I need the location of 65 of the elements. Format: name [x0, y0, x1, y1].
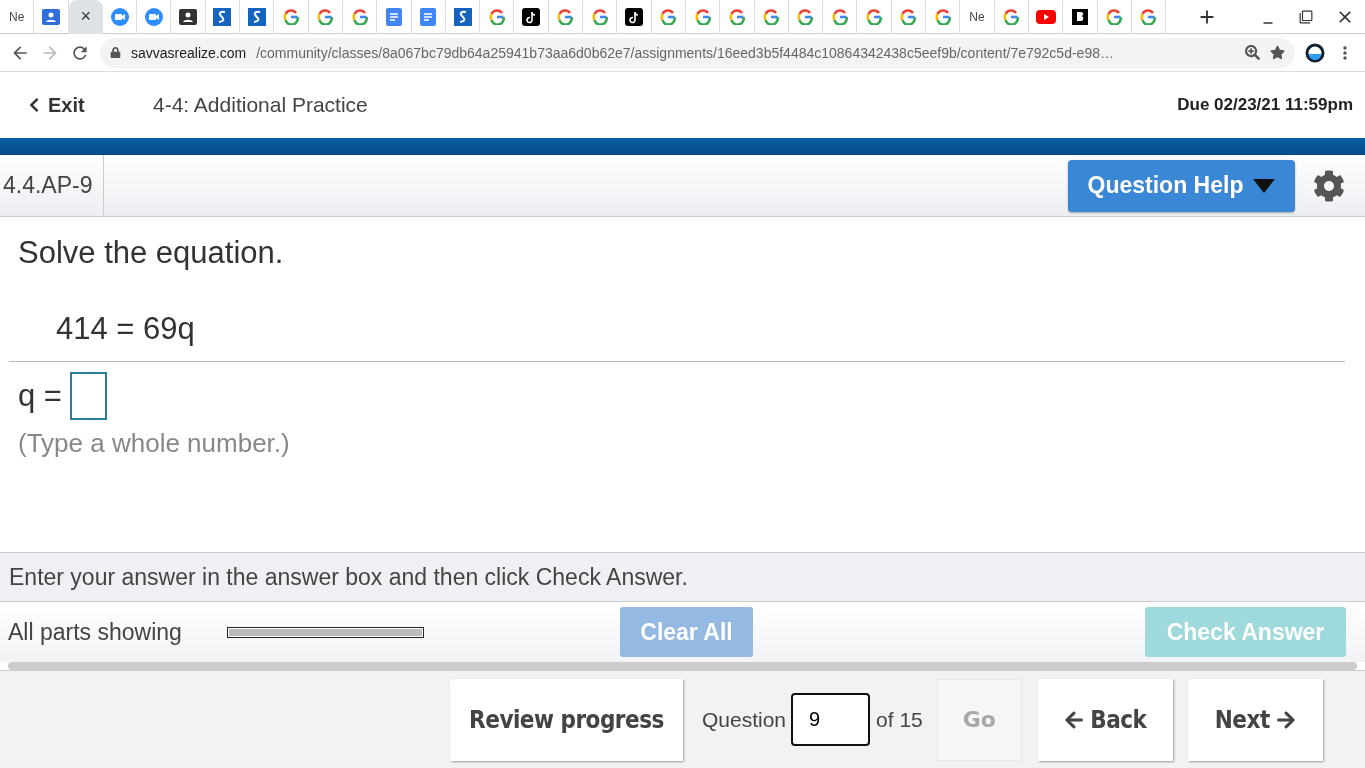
- google-icon: [1003, 8, 1020, 25]
- review-progress-button[interactable]: Review progress: [450, 678, 683, 761]
- google-icon: [488, 8, 505, 25]
- music-note-icon: [625, 7, 643, 26]
- google-icon: [317, 8, 334, 25]
- question-label: Question: [702, 707, 787, 732]
- google-icon: [1106, 8, 1123, 25]
- answer-label: q =: [18, 378, 62, 414]
- browser-tab[interactable]: Ne: [960, 0, 995, 34]
- google-icon: [763, 8, 780, 25]
- restore-icon[interactable]: [1299, 9, 1313, 24]
- lock-icon: [110, 47, 121, 58]
- arrow-left-icon: [1064, 709, 1085, 730]
- google-icon: [557, 8, 574, 25]
- horizontal-scrollbar[interactable]: [8, 662, 1357, 670]
- google-icon: [1140, 8, 1157, 25]
- play-icon: [1035, 9, 1056, 24]
- equation: 414 = 69q: [56, 311, 196, 348]
- zoom-icon[interactable]: [1245, 45, 1260, 60]
- person-card-icon: [41, 8, 60, 25]
- next-button[interactable]: Next: [1187, 678, 1323, 761]
- tab-title: Ne: [969, 9, 985, 24]
- url-path: /community/classes/8a067bc79db64a25941b73aa6d0b62e7/assignments/16eed3b5f4484c10864342438c5eef9b/content/7e792c5d-e98…: [256, 44, 1115, 61]
- google-icon: [728, 8, 745, 25]
- back-button[interactable]: Back: [1037, 678, 1173, 761]
- question-number-field[interactable]: 9: [791, 693, 871, 746]
- music-note-icon: [522, 7, 541, 26]
- answer-hint: (Type a whole number.): [18, 428, 291, 459]
- document-icon: [420, 7, 437, 26]
- profile-icon[interactable]: [1305, 42, 1325, 63]
- person-card-icon: [179, 8, 198, 25]
- caret-icon: [1253, 178, 1276, 193]
- google-icon: [866, 8, 883, 25]
- google-icon: [831, 8, 848, 25]
- browser-tab[interactable]: Ne: [0, 0, 35, 34]
- b-logo-icon: [1071, 8, 1088, 25]
- google-icon: [283, 8, 299, 25]
- tab-title: Ne: [8, 9, 25, 24]
- google-icon: [351, 8, 368, 25]
- arrow-right-icon: [1275, 709, 1296, 730]
- star-icon[interactable]: [1270, 45, 1285, 60]
- close-icon[interactable]: ×: [80, 6, 91, 27]
- url-domain: savvasrealize.com: [131, 44, 247, 61]
- google-icon: [591, 8, 608, 25]
- answer-box[interactable]: [69, 372, 107, 420]
- google-icon: [900, 8, 917, 25]
- question-prompt: Solve the equation.: [18, 235, 285, 271]
- question-id: 4.4.AP-9: [0, 155, 104, 216]
- google-icon: [934, 8, 951, 25]
- settings-icon[interactable]: [1313, 169, 1345, 202]
- address-bar[interactable]: savvasrealize.com /community/classes/8a067bc79db64a25941b73aa6d0b62e7/assignments/16eed3b5f4484c10864342438c5eef9b/content/7e792c5d-e98…: [100, 37, 1295, 68]
- due-date: Due 02/23/21 11:59pm: [1177, 95, 1353, 115]
- question-help-button[interactable]: Question Help: [1068, 159, 1295, 212]
- google-icon: [694, 8, 711, 25]
- exit-link[interactable]: Exit: [26, 93, 153, 117]
- google-icon: [660, 8, 677, 25]
- instruction-text: Enter your answer in the answer box and then click Check Answer.: [0, 552, 1365, 602]
- google-icon: [797, 8, 814, 25]
- assignment-title: 4-4: Additional Practice: [153, 93, 368, 117]
- parts-label: All parts showing: [8, 618, 183, 646]
- browser-tab[interactable]: ×: [68, 0, 103, 34]
- video-camera-icon: [110, 7, 129, 26]
- question-total: of 15: [876, 707, 923, 732]
- video-camera-icon: [144, 7, 163, 26]
- document-icon: [385, 7, 402, 26]
